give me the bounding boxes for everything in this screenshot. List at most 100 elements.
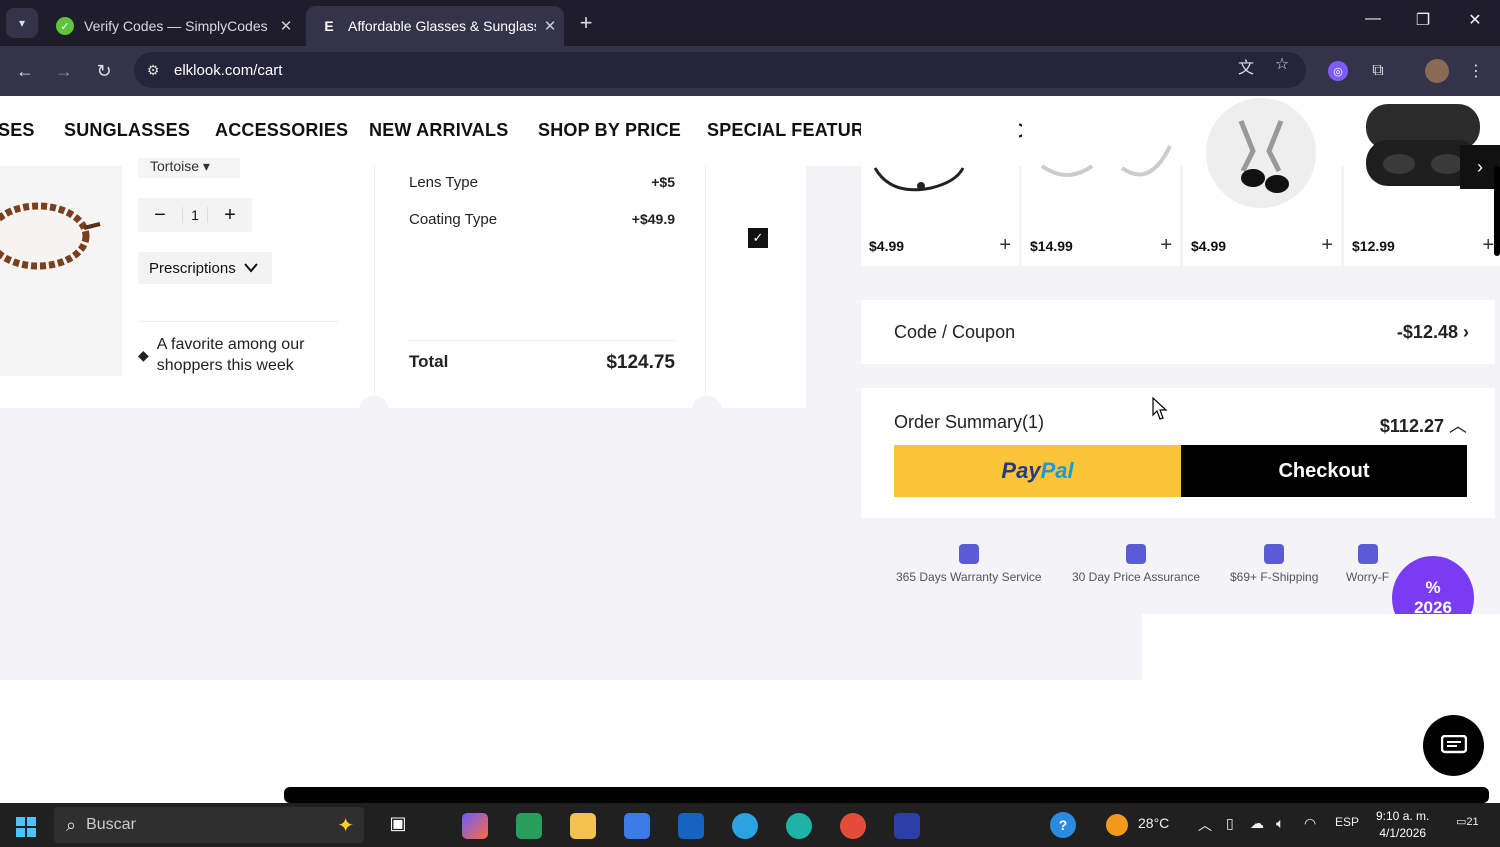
perk-worry-free: Worry-F [1346,544,1389,584]
price-row-coating-type: Coating Type +$49.9 [409,211,675,228]
back-icon[interactable]: ← [12,58,38,84]
perk-label: $69+ F-Shipping [1230,570,1319,584]
popularity-text: A favorite among our shoppers this week [156,336,305,374]
nav-item-sunglasses[interactable]: SUNGLASSES [64,120,190,141]
warranty-icon [958,544,979,564]
price-breakdown: Lens Type +$5 Coating Type +$49.9 Total … [374,166,706,408]
total-divider [409,340,675,341]
telegram-icon[interactable] [732,813,758,839]
edge-icon[interactable] [786,813,812,839]
nav-item-new-arrivals[interactable]: NEW ARRIVALS [369,120,508,141]
onedrive-icon[interactable]: ☁ [1250,815,1264,832]
promo-percent: % [1425,578,1441,597]
windows-start-icon[interactable] [16,817,36,837]
addon-image [861,96,1019,223]
coupon-row[interactable]: Code / Coupon -$12.48 › [861,300,1495,364]
menu-kebab-icon[interactable]: ⋮ [1463,58,1489,84]
decrease-qty-button[interactable]: − [138,204,182,227]
nav-item-accessories[interactable]: ACCESSORIES [215,120,348,141]
task-view-icon[interactable]: ▣ [385,813,411,839]
price-row-lens-type: Lens Type +$5 [409,174,675,191]
addon-image [1022,96,1180,223]
quantity-value[interactable]: 1 [182,207,208,223]
weather-temperature[interactable]: 28°C [1138,815,1169,831]
weather-icon[interactable] [1106,814,1128,836]
system-clock[interactable]: 9:10 a. m. 4/1/2026 [1376,808,1429,842]
color-select[interactable]: Tortoise ▾ [138,158,240,178]
translate-icon[interactable]: 文 [1235,54,1257,78]
extensions-puzzle-icon[interactable]: ⧉ [1365,58,1391,84]
shipping-truck-icon [1264,544,1285,564]
close-tab-icon[interactable]: ✕ [272,17,300,35]
taskbar-search[interactable]: ⌕ Buscar ✦ [54,807,364,843]
extension-icon[interactable]: ◎ [1328,61,1348,81]
add-addon-icon[interactable]: + [1160,234,1172,257]
quantity-stepper: − 1 + [138,198,252,232]
chrome-icon[interactable] [840,813,866,839]
price-row-amount: +$5 [651,174,675,190]
copilot-app-icon[interactable] [462,813,488,839]
order-summary-label[interactable]: Order Summary(1) [894,412,1044,433]
chat-icon[interactable] [1423,715,1484,776]
checkout-button[interactable]: Checkout [1181,445,1467,497]
nav-item-eyeglasses[interactable]: SES [0,120,35,141]
tray-overflow-icon[interactable]: ︿ [1198,815,1212,835]
notifications-badge[interactable]: ▭21 [1456,815,1479,828]
close-tab-icon[interactable]: ✕ [536,17,564,35]
paypal-logo-text: Pay [1001,458,1041,483]
coupon-label: Code / Coupon [894,322,1016,342]
addon-card[interactable]: $4.99 + [861,96,1019,266]
addon-card[interactable]: $4.99 + [1183,96,1341,266]
vertical-scrollbar[interactable] [1494,166,1500,256]
nav-item-shop-by-price[interactable]: SHOP BY PRICE [538,120,681,141]
product-image[interactable] [0,166,122,376]
profile-avatar[interactable] [1425,59,1449,83]
minimize-icon[interactable]: — [1358,10,1388,28]
select-item-checkbox[interactable]: ✓ [748,228,768,248]
address-bar[interactable]: ⚙ elklook.com/cart [134,52,1306,88]
color-select-value: Tortoise [150,158,200,174]
app-icon[interactable] [894,813,920,839]
increase-qty-button[interactable]: + [208,204,252,227]
worry-free-icon [1357,544,1378,564]
simplycodes-favicon-icon: ✓ [56,17,74,35]
perk-price-assurance: 30 Day Price Assurance [1072,544,1200,584]
add-addon-icon[interactable]: + [1321,234,1333,257]
outlook-icon[interactable] [678,813,704,839]
perk-free-shipping: $69+ F-Shipping [1230,544,1318,584]
add-addon-icon[interactable]: + [1482,234,1494,257]
paypal-button[interactable]: Pay Pal [894,445,1181,497]
price-row-amount: +$49.9 [631,211,675,227]
url-text[interactable]: elklook.com/cart [174,62,282,79]
price-assurance-icon [1126,544,1147,564]
notification-count: 21 [1466,816,1479,828]
tab-simplycodes[interactable]: ✓ Verify Codes — SimplyCodes ✕ [42,6,300,46]
restore-icon[interactable]: ❐ [1408,10,1438,30]
add-addon-icon[interactable]: + [999,234,1011,257]
order-summary-amount[interactable]: $112.27 ︿ [1380,412,1467,438]
tab-elklook[interactable]: E Affordable Glasses & Sunglasse ✕ [306,6,564,46]
reload-icon[interactable]: ↻ [91,58,117,84]
chevron-down-icon [243,260,258,276]
file-explorer-icon[interactable] [570,813,596,839]
copilot-sparkle-icon: ✦ [337,814,354,837]
addon-card[interactable]: $14.99 + [1022,96,1180,266]
help-icon[interactable]: ? [1050,812,1076,838]
wifi-icon[interactable]: ◠ [1304,815,1316,832]
new-tab-icon[interactable]: + [574,10,598,36]
volume-icon[interactable]: 🔈︎ [1276,815,1284,832]
language-indicator[interactable]: ESP [1335,815,1359,829]
bookmark-star-icon[interactable]: ☆ [1271,54,1293,74]
perk-label: Worry-F [1346,570,1390,584]
site-info-icon[interactable]: ⚙ [142,62,164,79]
close-window-icon[interactable]: ✕ [1460,10,1490,30]
tab-search-dropdown-icon[interactable]: ▾ [6,8,38,38]
perk-label: 30 Day Price Assurance [1072,570,1201,584]
app-icon[interactable] [516,813,542,839]
addon-price: $4.99 [869,238,905,254]
store-icon[interactable] [624,813,650,839]
tray-device-icon[interactable]: ▯ [1226,815,1234,832]
forward-icon[interactable]: → [51,58,77,84]
horizontal-scrollbar[interactable] [284,787,1489,803]
prescriptions-dropdown[interactable]: Prescriptions [138,252,272,284]
